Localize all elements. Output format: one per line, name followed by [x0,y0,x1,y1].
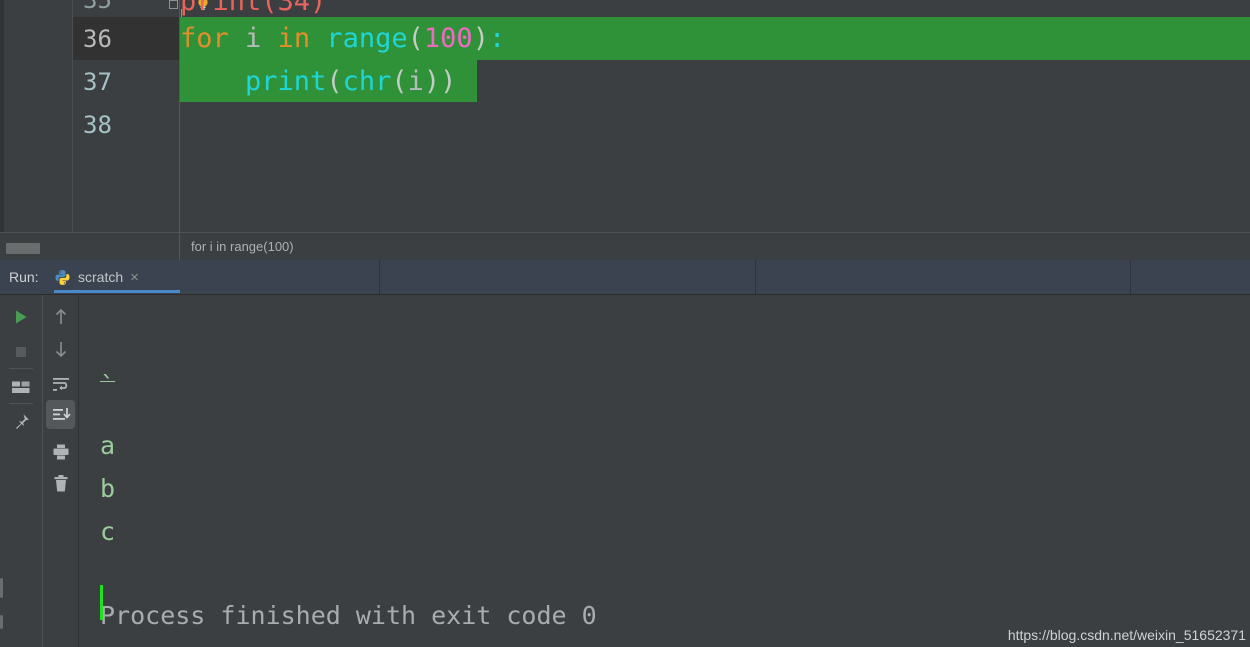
token-lparen-2: ( [326,66,343,97]
editor-annotation-rail [4,0,73,232]
down-button[interactable] [43,332,78,366]
line-number-37: 37 [83,67,112,96]
layout-icon [12,381,30,393]
token-space-1 [229,23,245,54]
token-chr: chr [342,66,392,97]
pycharm-window: 35 36 37 38 print(34) for i in range(100… [0,0,1250,647]
breadcrumb-bar: for i in range(100) [0,232,1250,261]
code-editor[interactable]: 35 36 37 38 print(34) for i in range(100… [0,0,1250,232]
toolbar-separator-2 [9,403,33,404]
soft-wrap-button[interactable] [43,367,78,401]
close-icon[interactable]: × [130,270,139,285]
line-number-gutter: 35 36 37 38 [73,0,180,232]
code-line-37[interactable]: print(chr(i)) [180,60,456,103]
toolbar-divider-3 [1130,260,1131,294]
run-toolbar-secondary [43,295,79,647]
run-tab-scratch[interactable]: scratch × [54,260,180,294]
token-100: 100 [423,23,473,54]
console-line-5: c [100,517,116,546]
scroll-to-end-button[interactable] [46,400,75,429]
left-rail-scroll-marker-2[interactable] [0,615,3,629]
token-space-2 [261,23,277,54]
console-line-4: b [100,474,116,503]
printer-icon [53,444,68,460]
run-window-label: Run: [9,269,39,285]
run-toolbar-primary [0,295,43,647]
console-line-1: ` [100,371,116,400]
run-tab-label: scratch [78,269,124,285]
console-line-exit: Process finished with exit code 0 [100,601,597,630]
console-line-3: a [100,431,116,460]
run-tab-bar: Run: scratch × [0,260,1250,295]
pin-tab-button[interactable] [0,405,42,439]
line-number-36: 36 [73,17,179,60]
python-icon [55,269,70,285]
editor-horizontal-scrollbar[interactable] [6,243,40,254]
toolbar-divider-1 [379,260,380,294]
rerun-button[interactable] [0,300,42,334]
token-rparens: )) [423,66,457,97]
clear-all-button[interactable] [43,467,78,501]
toolbar-separator-1 [9,368,33,369]
token-rparen-1: ) [472,23,489,54]
token-lparen-1: ( [407,23,424,54]
pin-icon [16,414,29,429]
trash-icon [54,475,67,492]
token-i-arg: i [407,66,424,97]
scroll-end-icon [52,407,71,420]
soft-wrap-icon [52,378,69,391]
code-line-35-text: print(34) [180,0,327,17]
token-for: for [180,23,229,54]
up-button[interactable] [43,300,78,334]
line-number-35: 35 [83,0,112,14]
watermark: https://blog.csdn.net/weixin_51652371 [1007,627,1246,643]
toolbar-divider-2 [755,260,756,294]
code-text-area[interactable]: print(34) for i in range(100): print(chr… [180,0,1250,232]
token-print: print [245,66,327,97]
code-fold-marker[interactable] [169,0,178,9]
console-caret [100,585,103,620]
code-line-35[interactable]: print(34) [180,0,326,17]
run-tool-window: Run: scratch × _ ` a b c Process finishe… [0,260,1250,647]
print-button[interactable] [43,435,78,469]
line-number-38: 38 [83,110,112,139]
run-tab-active-underline [54,290,180,293]
restore-layout-button[interactable] [0,370,42,404]
stop-button[interactable] [0,335,42,369]
token-in: in [277,23,311,54]
play-icon [16,310,27,324]
run-console[interactable]: _ ` a b c Process finished with exit cod… [79,295,1250,647]
code-line-36[interactable]: for i in range(100): [180,17,505,60]
token-lparen-3: ( [391,66,408,97]
arrow-down-icon [55,342,66,358]
stop-icon [16,347,26,357]
breadcrumb[interactable]: for i in range(100) [191,233,294,260]
arrow-up-icon [55,308,66,324]
token-i: i [245,23,262,54]
token-space-3 [310,23,326,54]
left-rail-scroll-marker-1[interactable] [0,578,3,598]
token-colon: : [488,23,506,54]
token-range: range [326,23,408,54]
